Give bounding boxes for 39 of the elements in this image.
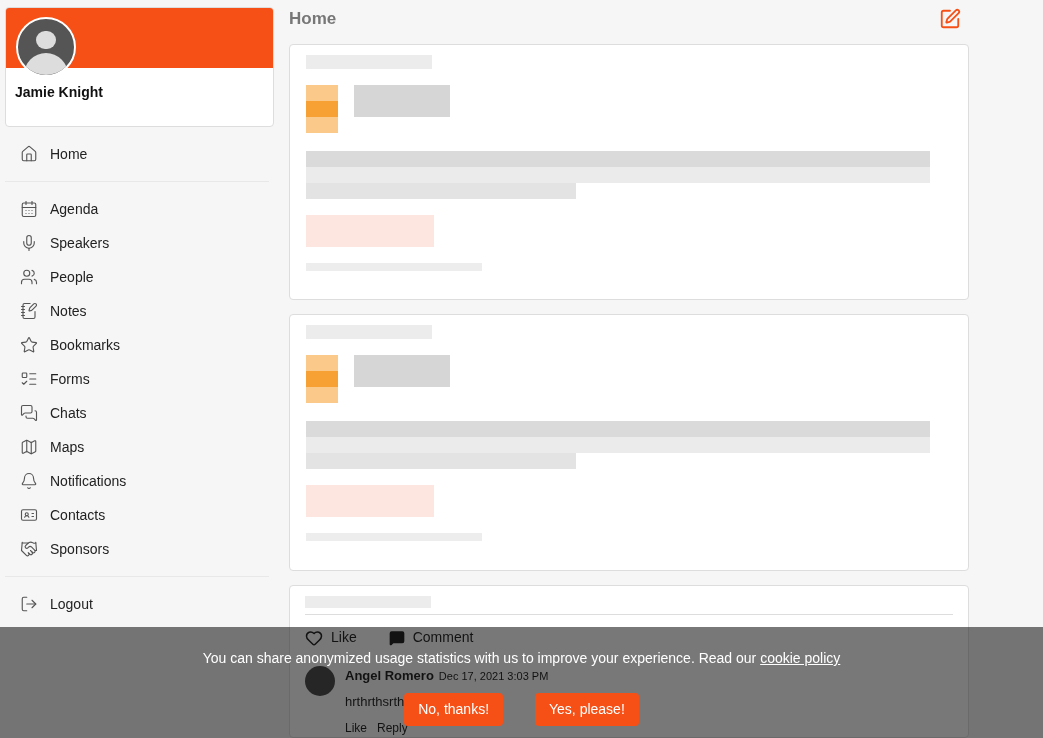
comment-author: Angel Romero	[345, 667, 434, 685]
speech-bubble-icon	[388, 629, 405, 646]
edit-icon[interactable]	[939, 7, 961, 30]
nav-link[interactable]: Speakers	[50, 232, 110, 254]
comment-action-link[interactable]: Like	[345, 719, 367, 737]
logout-icon	[20, 595, 38, 613]
profile-name: Jamie Knight	[14, 83, 104, 102]
nav-link[interactable]: Chats	[50, 402, 87, 424]
nav-link[interactable]: Forms	[50, 368, 90, 390]
star-icon	[20, 336, 38, 354]
nav-link[interactable]: Sponsors	[50, 538, 110, 560]
cookie-policy-link[interactable]: cookie policy	[760, 650, 841, 666]
nav-link[interactable]: Contacts	[50, 504, 106, 526]
like-button[interactable]: Like	[305, 627, 357, 648]
home-icon	[20, 145, 38, 163]
nav-link[interactable]: Home	[50, 143, 88, 165]
page-title: Home	[289, 8, 337, 31]
nav-link[interactable]: Maps	[50, 436, 85, 458]
handshake-icon	[20, 540, 38, 558]
comment-time: Dec 17, 2021 3:03 PM	[438, 669, 549, 684]
chat-bubbles-icon	[20, 404, 38, 422]
notepad-icon	[20, 302, 38, 320]
cookie-message: You can share anonymized usage statistics with us to improve your experience. Read our cookie policy	[202, 649, 841, 668]
people-icon	[20, 268, 38, 286]
microphone-icon	[20, 234, 38, 252]
nav-link[interactable]: People	[50, 266, 94, 288]
nav-link[interactable]: Agenda	[50, 198, 99, 220]
heart-icon	[305, 628, 323, 647]
nav-link[interactable]: Notifications	[50, 470, 127, 492]
map-icon	[20, 438, 38, 456]
id-card-icon	[20, 506, 38, 524]
avatar-icon	[305, 666, 335, 696]
nav-link[interactable]: Notes	[50, 300, 87, 322]
nav-link[interactable]: Bookmarks	[50, 334, 121, 356]
list-icon	[20, 370, 38, 388]
nav-link[interactable]: Logout	[50, 593, 93, 615]
bell-icon	[20, 472, 38, 490]
comment-text: hrthrthsrth	[345, 692, 405, 711]
calendar-icon	[20, 200, 38, 218]
